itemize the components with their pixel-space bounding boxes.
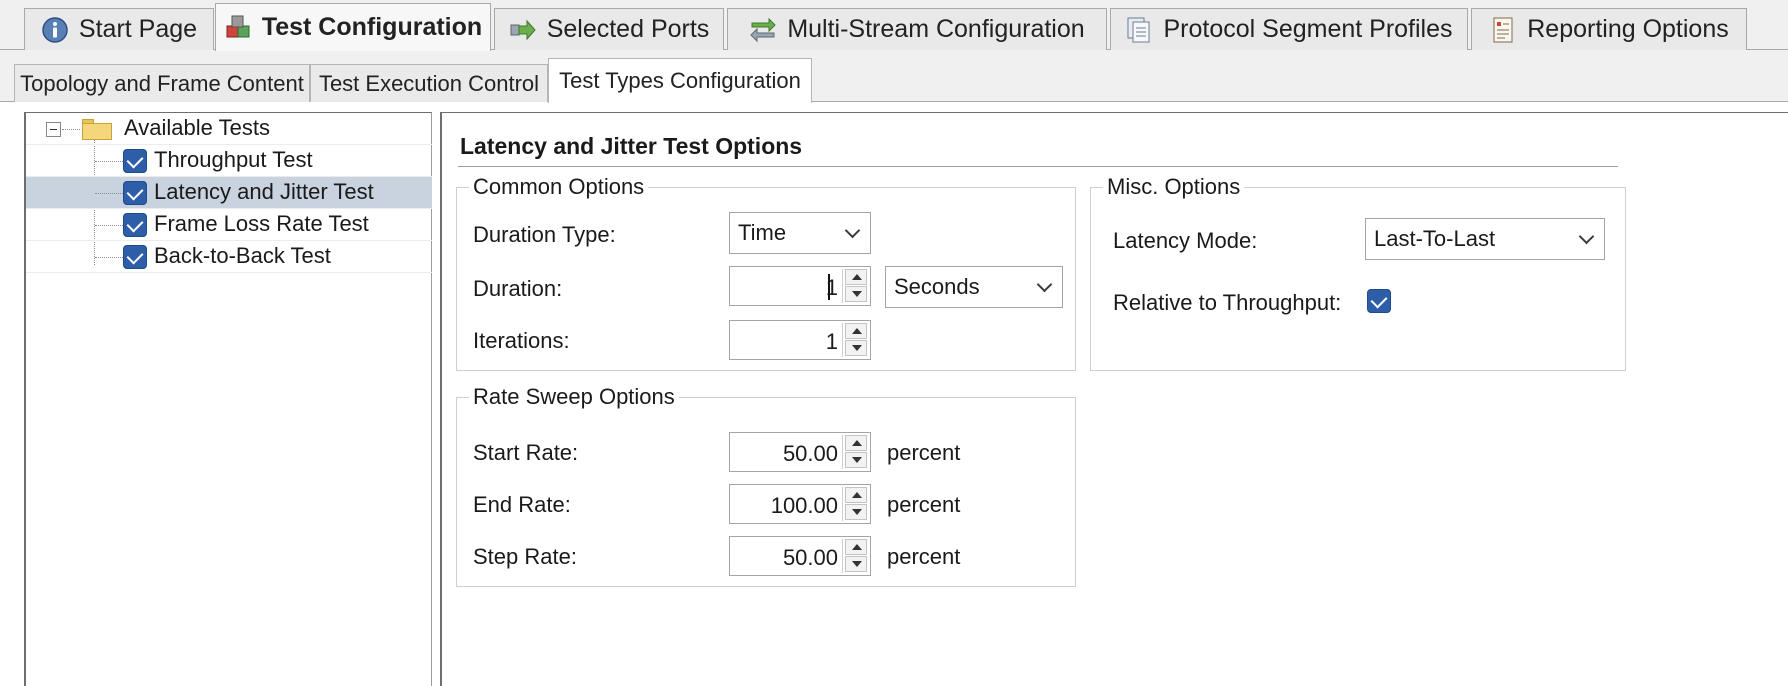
tab-label: Test Execution Control bbox=[318, 70, 540, 96]
spin-up-icon[interactable] bbox=[845, 269, 867, 285]
tree-item-back-to-back-test[interactable]: Back-to-Back Test bbox=[26, 241, 432, 273]
test-tree-panel: Available Tests Throughput Test Latency … bbox=[24, 112, 432, 686]
spin-down-icon[interactable] bbox=[845, 556, 867, 572]
start-rate-spinbox[interactable]: 50.00 bbox=[729, 432, 871, 472]
collapse-icon[interactable] bbox=[46, 122, 61, 137]
latency-mode-label: Latency Mode: bbox=[1113, 228, 1258, 253]
end-rate-unit: percent bbox=[887, 492, 961, 517]
tree-item-label: Throughput Test bbox=[154, 147, 313, 172]
tree-connector bbox=[95, 225, 123, 226]
duration-type-value: Time bbox=[738, 220, 787, 245]
multistream-icon bbox=[749, 16, 777, 44]
duration-unit-select[interactable]: Seconds bbox=[885, 266, 1063, 308]
start-rate-label: Start Rate: bbox=[473, 440, 579, 465]
tab-multi-stream-configuration[interactable]: Multi-Stream Configuration bbox=[727, 8, 1107, 50]
chevron-down-icon bbox=[1578, 228, 1595, 245]
duration-unit-value: Seconds bbox=[894, 274, 980, 299]
relative-to-throughput-label: Relative to Throughput: bbox=[1113, 290, 1342, 315]
tree-connector bbox=[95, 193, 123, 194]
iterations-spinbox[interactable]: 1 bbox=[729, 320, 871, 360]
duration-type-select[interactable]: Time bbox=[729, 212, 871, 254]
info-icon bbox=[41, 16, 69, 44]
latency-jitter-test-checkbox[interactable] bbox=[123, 181, 147, 205]
tree-item-throughput-test[interactable]: Throughput Test bbox=[26, 145, 432, 177]
options-title: Latency and Jitter Test Options bbox=[460, 133, 803, 159]
group-caption: Common Options bbox=[469, 174, 649, 200]
end-rate-value: 100.00 bbox=[770, 493, 838, 518]
common-options-group: Common Options Duration Type: Time Durat… bbox=[456, 174, 1076, 371]
end-rate-spinbox[interactable]: 100.00 bbox=[729, 484, 871, 524]
step-rate-value: 50.00 bbox=[782, 545, 838, 570]
duration-value: 1 bbox=[825, 275, 838, 300]
iterations-label: Iterations: bbox=[473, 328, 570, 353]
tab-reporting-options[interactable]: Reporting Options bbox=[1471, 8, 1747, 50]
tab-label: Selected Ports bbox=[546, 15, 710, 43]
tab-test-types-configuration[interactable]: Test Types Configuration bbox=[548, 58, 812, 103]
tree-root-available-tests[interactable]: Available Tests bbox=[26, 113, 432, 145]
group-caption: Rate Sweep Options bbox=[469, 384, 679, 410]
spin-up-icon[interactable] bbox=[845, 487, 867, 503]
tree-item-frame-loss-rate-test[interactable]: Frame Loss Rate Test bbox=[26, 209, 432, 241]
tree-root-label: Available Tests bbox=[124, 115, 270, 140]
iterations-value: 1 bbox=[825, 329, 838, 354]
tree-item-label: Latency and Jitter Test bbox=[154, 179, 374, 204]
tree-connector bbox=[95, 161, 123, 162]
tab-label: Test Configuration bbox=[261, 13, 483, 41]
end-rate-label: End Rate: bbox=[473, 492, 571, 517]
tab-label: Start Page bbox=[78, 15, 198, 43]
step-rate-spinbox[interactable]: 50.00 bbox=[729, 536, 871, 576]
tree-item-label: Back-to-Back Test bbox=[154, 243, 331, 268]
options-panel: Latency and Jitter Test Options Common O… bbox=[440, 112, 1788, 686]
start-rate-unit: percent bbox=[887, 440, 961, 465]
tab-label: Reporting Options bbox=[1527, 15, 1729, 43]
misc-options-group: Misc. Options Latency Mode: Last-To-Last… bbox=[1090, 174, 1626, 371]
duration-spinbox[interactable]: 1 bbox=[729, 266, 871, 306]
latency-mode-select[interactable]: Last-To-Last bbox=[1365, 218, 1605, 260]
tab-label: Multi-Stream Configuration bbox=[787, 15, 1085, 43]
spin-down-icon[interactable] bbox=[845, 504, 867, 520]
tab-selected-ports[interactable]: Selected Ports bbox=[494, 8, 724, 50]
group-caption: Misc. Options bbox=[1103, 174, 1245, 200]
back-to-back-test-checkbox[interactable] bbox=[123, 245, 147, 269]
tree-connector bbox=[62, 129, 80, 130]
ports-arrow-icon bbox=[509, 16, 537, 44]
duration-type-label: Duration Type: bbox=[473, 222, 616, 247]
start-rate-value: 50.00 bbox=[782, 441, 838, 466]
report-icon bbox=[1489, 16, 1517, 44]
sub-tab-strip: Topology and Frame Content Test Executio… bbox=[0, 50, 1788, 103]
frame-loss-rate-test-checkbox[interactable] bbox=[123, 213, 147, 237]
spin-up-icon[interactable] bbox=[845, 539, 867, 555]
spin-down-icon[interactable] bbox=[845, 340, 867, 356]
cubes-icon bbox=[224, 14, 252, 42]
relative-to-throughput-checkbox[interactable] bbox=[1367, 289, 1391, 313]
chevron-down-icon bbox=[1036, 276, 1053, 293]
tree-item-label: Frame Loss Rate Test bbox=[154, 211, 369, 236]
chevron-down-icon bbox=[844, 222, 861, 239]
step-rate-label: Step Rate: bbox=[473, 544, 577, 569]
tab-topology-and-frame-content[interactable]: Topology and Frame Content bbox=[14, 64, 310, 102]
tab-test-configuration[interactable]: Test Configuration bbox=[215, 3, 491, 51]
tab-protocol-segment-profiles[interactable]: Protocol Segment Profiles bbox=[1110, 8, 1468, 50]
latency-mode-value: Last-To-Last bbox=[1374, 226, 1496, 251]
tree-item-latency-and-jitter-test[interactable]: Latency and Jitter Test bbox=[26, 177, 432, 209]
spin-down-icon[interactable] bbox=[845, 452, 867, 468]
step-rate-unit: percent bbox=[887, 544, 961, 569]
spin-up-icon[interactable] bbox=[845, 323, 867, 339]
rate-sweep-options-group: Rate Sweep Options Start Rate: 50.00 per… bbox=[456, 384, 1076, 587]
duration-label: Duration: bbox=[473, 276, 563, 301]
title-divider bbox=[458, 166, 1618, 167]
document-stack-icon bbox=[1125, 16, 1153, 44]
tab-label: Protocol Segment Profiles bbox=[1163, 15, 1453, 43]
throughput-test-checkbox[interactable] bbox=[123, 149, 147, 173]
main-tab-strip: Start Page Test Configuration Selected P… bbox=[0, 0, 1788, 51]
tree-connector bbox=[95, 257, 123, 258]
spin-down-icon[interactable] bbox=[845, 286, 867, 302]
tab-test-execution-control[interactable]: Test Execution Control bbox=[310, 64, 548, 102]
spin-up-icon[interactable] bbox=[845, 435, 867, 451]
folder-icon bbox=[82, 119, 112, 140]
tab-start-page[interactable]: Start Page bbox=[24, 8, 214, 50]
tab-label: Test Types Configuration bbox=[559, 68, 801, 93]
tab-label: Topology and Frame Content bbox=[20, 70, 304, 96]
